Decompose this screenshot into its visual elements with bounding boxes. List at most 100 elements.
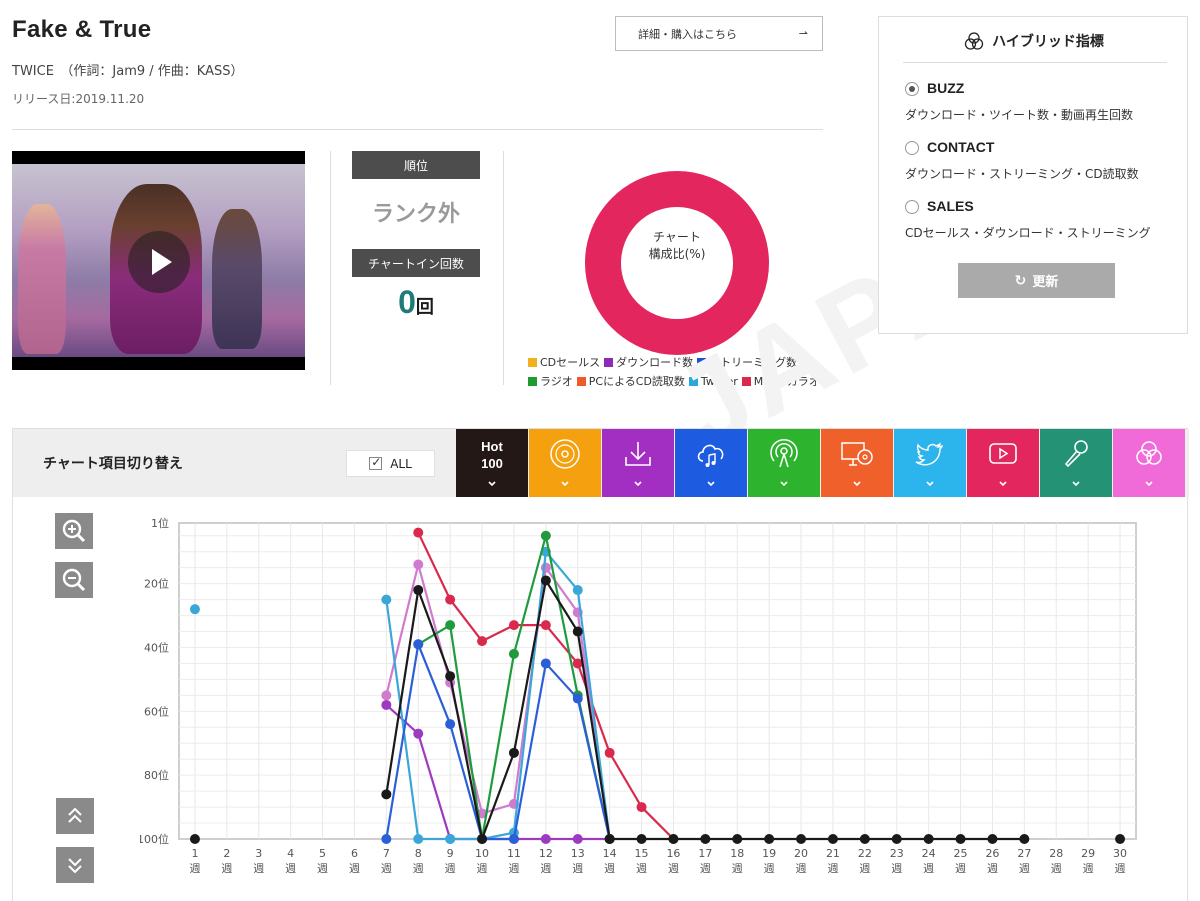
x-tick-label: 12	[539, 847, 553, 860]
data-point-hot100[interactable]	[477, 834, 488, 844]
x-tick-label: 11	[507, 847, 521, 860]
chart-series	[189, 527, 1126, 844]
x-tick-unit: 週	[572, 862, 583, 875]
cloud-music-icon	[697, 444, 724, 467]
x-tick-unit: 週	[1051, 862, 1062, 875]
zoom-in-button[interactable]	[55, 513, 93, 549]
data-point-mv[interactable]	[508, 620, 519, 631]
radio-buzz[interactable]	[905, 82, 919, 96]
data-point-hybrid[interactable]	[540, 562, 551, 573]
data-point-hot100[interactable]	[827, 834, 838, 844]
data-point-mv[interactable]	[445, 594, 456, 605]
x-tick-unit: 週	[477, 862, 488, 875]
data-point-hot100[interactable]	[700, 834, 711, 844]
data-point-hot100[interactable]	[955, 834, 966, 844]
tab-cd-sales[interactable]	[529, 429, 601, 497]
data-point-download[interactable]	[381, 699, 392, 710]
data-point-hot100[interactable]	[508, 747, 519, 758]
zoom-out-button[interactable]	[55, 562, 93, 598]
data-point-hybrid[interactable]	[413, 559, 424, 570]
data-point-radio[interactable]	[445, 620, 456, 631]
data-point-hot100[interactable]	[764, 834, 775, 844]
tab-twitter[interactable]	[894, 429, 966, 497]
data-point-twitter[interactable]	[413, 834, 424, 844]
tab-hot100-label-1: Hot	[481, 439, 503, 454]
data-point-mv[interactable]	[413, 527, 424, 538]
x-tick-unit: 週	[317, 862, 328, 875]
data-point-hot100[interactable]	[923, 834, 934, 844]
play-button[interactable]	[128, 231, 190, 293]
data-point-hot100[interactable]	[859, 834, 870, 844]
x-tick-label: 22	[858, 847, 872, 860]
tab-radio[interactable]	[748, 429, 820, 497]
data-point-mv[interactable]	[540, 620, 551, 631]
section-divider	[503, 151, 504, 385]
chevron-down-icon	[780, 481, 788, 487]
data-point-hot100[interactable]	[1019, 834, 1030, 844]
data-point-streaming[interactable]	[445, 719, 456, 730]
radio-contact[interactable]	[905, 141, 919, 155]
data-point-hot100[interactable]	[796, 834, 807, 844]
tab-mv[interactable]	[967, 429, 1039, 497]
data-point-twitter[interactable]	[381, 594, 392, 605]
x-tick-unit: 週	[1115, 862, 1126, 875]
data-point-hot100[interactable]	[604, 834, 615, 844]
song-title: Fake & True	[12, 16, 152, 43]
data-point-hot100[interactable]	[189, 834, 200, 844]
scroll-down-button[interactable]	[56, 847, 94, 883]
data-point-radio[interactable]	[508, 648, 519, 659]
data-point-hot100[interactable]	[413, 585, 424, 596]
data-point-hot100[interactable]	[445, 671, 456, 682]
x-tick-label: 21	[826, 847, 840, 860]
scroll-up-button[interactable]	[56, 798, 94, 834]
chartin-unit: 回	[415, 297, 434, 318]
data-point-hot100[interactable]	[987, 834, 998, 844]
detail-purchase-button[interactable]: 詳細・購入はこちら ⇀	[615, 16, 823, 51]
data-point-streaming[interactable]	[381, 834, 392, 844]
double-chevron-down-icon	[68, 858, 82, 874]
x-tick-unit: 週	[508, 862, 519, 875]
data-point-mv[interactable]	[636, 802, 647, 813]
data-point-hybrid[interactable]	[381, 690, 392, 701]
data-point-download[interactable]	[572, 834, 583, 844]
data-point-hot100[interactable]	[636, 834, 647, 844]
x-tick-label: 18	[730, 847, 744, 860]
data-point-hot100[interactable]	[732, 834, 743, 844]
data-point-hot100[interactable]	[1115, 834, 1126, 844]
data-point-hot100[interactable]	[381, 789, 392, 800]
data-point-hot100[interactable]	[891, 834, 902, 844]
data-point-streaming[interactable]	[508, 834, 519, 844]
tab-pc-cd-read[interactable]	[821, 429, 893, 497]
data-point-streaming[interactable]	[540, 658, 551, 669]
chartin-label: チャートイン回数	[352, 249, 480, 277]
data-point-download[interactable]	[413, 728, 424, 739]
chartin-count: 0回	[352, 284, 480, 321]
data-point-streaming[interactable]	[572, 693, 583, 704]
hybrid-icon	[964, 32, 984, 54]
data-point-hot100[interactable]	[540, 575, 551, 586]
data-point-twitter[interactable]	[445, 834, 456, 844]
chevron-down-icon	[561, 481, 569, 487]
refresh-button[interactable]: ↻ 更新	[958, 263, 1115, 298]
tab-download[interactable]	[602, 429, 674, 497]
y-axis-ticks: 1位 20位 40位 60位 80位 100位	[140, 516, 169, 846]
data-point-mv[interactable]	[477, 636, 488, 647]
data-point-hot100[interactable]	[572, 626, 583, 637]
data-point-twitter[interactable]	[572, 585, 583, 596]
tab-hybrid[interactable]	[1113, 429, 1185, 497]
data-point-streaming[interactable]	[413, 639, 424, 650]
data-point-hot100[interactable]	[668, 834, 679, 844]
all-checkbox[interactable]: ALL	[346, 450, 435, 477]
data-point-twitter[interactable]	[189, 604, 200, 615]
data-point-mv[interactable]	[604, 747, 615, 758]
tab-streaming[interactable]	[675, 429, 747, 497]
data-point-download[interactable]	[540, 834, 551, 844]
data-point-radio[interactable]	[540, 530, 551, 541]
x-tick-unit: 週	[796, 862, 807, 875]
x-tick-unit: 週	[189, 862, 200, 875]
radio-sales[interactable]	[905, 200, 919, 214]
tab-karaoke[interactable]	[1040, 429, 1112, 497]
x-tick-unit: 週	[604, 862, 615, 875]
tab-hot100[interactable]: Hot 100	[456, 429, 528, 497]
series-line-download	[385, 704, 610, 841]
